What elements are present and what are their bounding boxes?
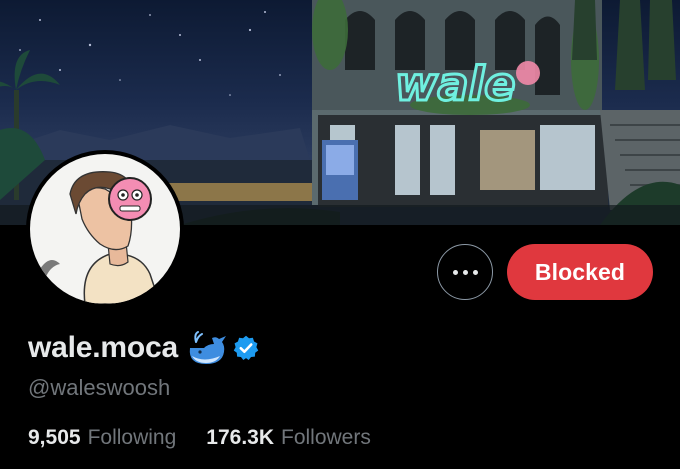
more-dots-icon bbox=[452, 269, 478, 275]
followers-count: 176.3K bbox=[206, 426, 274, 449]
more-options-button[interactable] bbox=[437, 244, 493, 300]
profile-stats: 9,505 Following 176.3K Followers bbox=[28, 426, 401, 450]
followers-link[interactable]: 176.3K Followers bbox=[206, 426, 371, 450]
followers-label: Followers bbox=[281, 426, 371, 449]
avatar-image bbox=[30, 154, 180, 304]
profile-handle: @waleswoosh bbox=[28, 375, 171, 400]
profile-name-row: wale.moca bbox=[28, 330, 260, 366]
following-link[interactable]: 9,505 Following bbox=[28, 426, 176, 450]
following-label: Following bbox=[87, 426, 177, 449]
display-name: wale.moca bbox=[28, 331, 178, 364]
blocked-button[interactable]: Blocked bbox=[507, 244, 653, 300]
following-count: 9,505 bbox=[28, 426, 81, 449]
verified-icon[interactable] bbox=[232, 334, 260, 362]
banner-neon-sign: wale bbox=[395, 57, 516, 111]
whale-icon bbox=[186, 330, 230, 366]
avatar[interactable] bbox=[26, 150, 184, 308]
